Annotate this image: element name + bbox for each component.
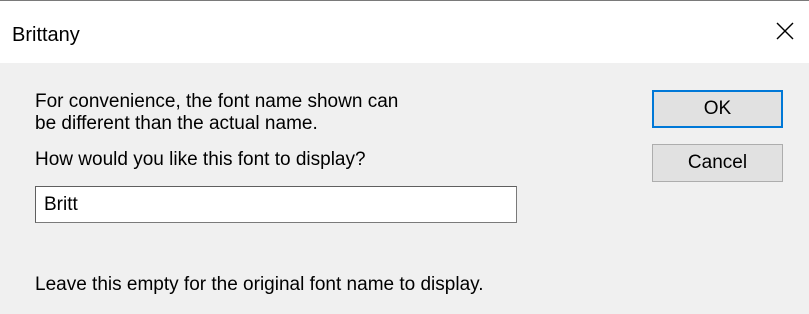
window-title: Brittany <box>12 24 80 46</box>
message-line-1: For convenience, the font name shown can <box>35 91 399 112</box>
title-bar[interactable]: Brittany <box>0 1 809 63</box>
message-line-2: be different than the actual name. <box>35 113 318 134</box>
close-icon <box>776 22 794 40</box>
ok-button[interactable]: OK <box>652 90 783 128</box>
close-button[interactable] <box>759 7 809 57</box>
rename-font-dialog: Brittany For convenience, the font name … <box>0 0 809 313</box>
dialog-body: For convenience, the font name shown can… <box>0 63 809 314</box>
empty-hint: Leave this empty for the original font n… <box>35 274 484 295</box>
display-name-input-value: Britt <box>44 194 78 215</box>
display-name-prompt: How would you like this font to display? <box>35 149 366 170</box>
cancel-button[interactable]: Cancel <box>652 144 783 182</box>
display-name-input[interactable]: Britt <box>35 186 517 223</box>
